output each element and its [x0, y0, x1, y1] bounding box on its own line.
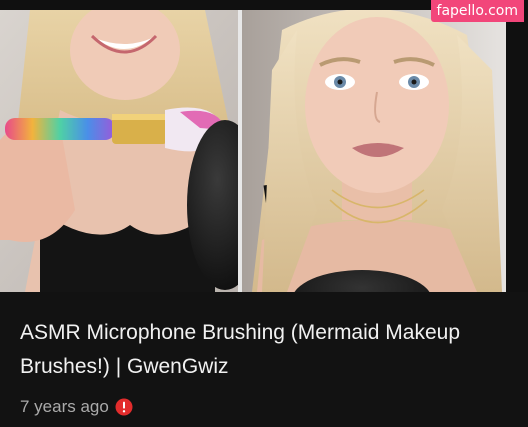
alert-circle-icon[interactable] — [115, 398, 133, 416]
watermark-label: fapello.com — [430, 0, 524, 22]
upload-age: 7 years ago — [20, 397, 109, 416]
thumbnail-right-image — [242, 10, 506, 292]
thumbnail-right-frame — [242, 10, 506, 292]
thumbnail-right-edge — [506, 0, 528, 292]
video-info: ASMR Microphone Brushing (Mermaid Makeup… — [0, 292, 528, 427]
video-thumbnail[interactable]: fapello.com — [0, 0, 528, 292]
video-title[interactable]: ASMR Microphone Brushing (Mermaid Makeup… — [20, 316, 500, 384]
video-card[interactable]: fapello.com ASMR Microphone Brushing (Me… — [0, 0, 528, 427]
video-metadata: 7 years ago — [20, 396, 133, 418]
thumbnail-left-image — [0, 10, 238, 292]
thumbnail-left-frame — [0, 10, 238, 292]
